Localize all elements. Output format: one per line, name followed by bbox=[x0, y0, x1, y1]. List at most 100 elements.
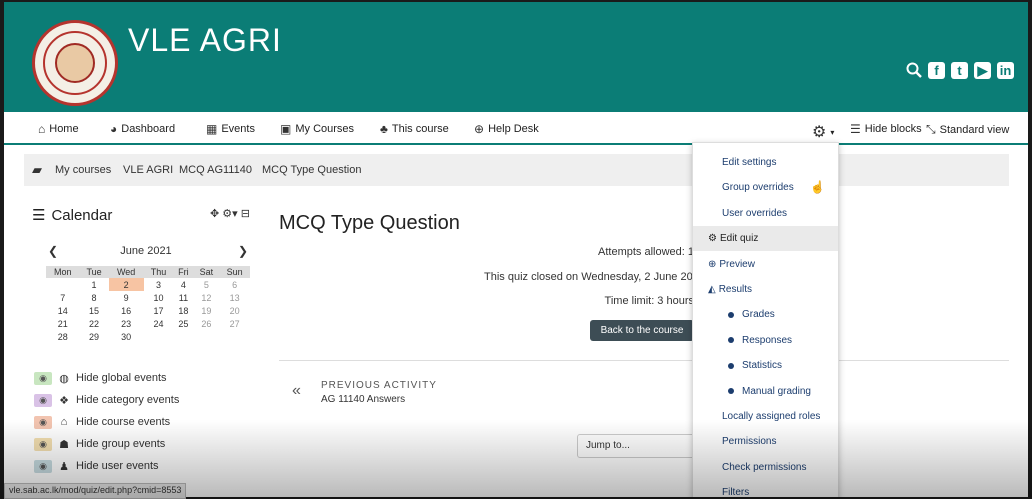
breadcrumb-item[interactable]: MCQ Type Question bbox=[262, 164, 361, 176]
calendar-day[interactable]: 24 bbox=[144, 317, 174, 330]
event-filter-label: Hide course events bbox=[76, 416, 171, 428]
globe-icon: ◍ bbox=[59, 372, 69, 385]
event-filter-item[interactable]: ◉ ◍ Hide global events bbox=[34, 370, 167, 386]
calendar-day[interactable]: 15 bbox=[80, 304, 109, 317]
nav-home[interactable]: ⌂ Home bbox=[38, 122, 79, 136]
event-filter-label: Hide global events bbox=[76, 372, 167, 384]
calendar-day[interactable]: 13 bbox=[219, 291, 250, 304]
menu-item-label: User overrides bbox=[722, 207, 788, 219]
site-title[interactable]: VLE AGRI bbox=[128, 22, 282, 59]
calendar-grid: Mon Tue Wed Thu Fri Sat Sun 1 2 3 4 5 6 7 8 9 10 11 12 13 1… bbox=[46, 266, 250, 343]
calendar-day[interactable]: 6 bbox=[219, 278, 250, 291]
event-filter-item[interactable]: ◉ ❖ Hide category events bbox=[34, 392, 179, 408]
menu-item-locally-assigned-roles[interactable]: Locally assigned roles bbox=[693, 404, 838, 429]
calendar-day[interactable]: 12 bbox=[193, 291, 219, 304]
nav-this-course[interactable]: ♣ This course bbox=[380, 122, 449, 136]
hide-blocks-button[interactable]: ☰ Hide blocks bbox=[850, 122, 922, 136]
back-to-course-button[interactable]: Back to the course bbox=[590, 320, 694, 341]
calendar-day bbox=[193, 330, 219, 343]
menu-item-manual-grading[interactable]: Manual grading bbox=[693, 379, 838, 404]
jump-to-select[interactable]: Jump to... bbox=[577, 434, 697, 458]
settings-menu-toggle[interactable]: ⚙ ▾ bbox=[812, 122, 834, 142]
calendar-day[interactable]: 5 bbox=[193, 278, 219, 291]
nav-help-desk[interactable]: ⊕ Help Desk bbox=[474, 122, 539, 136]
page-title: MCQ Type Question bbox=[279, 212, 460, 234]
eye-icon: ◉ bbox=[34, 415, 52, 429]
calendar-day[interactable]: 17 bbox=[144, 304, 174, 317]
menu-item-check-permissions[interactable]: Check permissions bbox=[693, 455, 838, 480]
bullet-icon bbox=[728, 337, 734, 344]
menu-item-responses[interactable]: Responses bbox=[693, 328, 838, 353]
calendar-day[interactable]: 28 bbox=[46, 330, 80, 343]
previous-activity-label: PREVIOUS ACTIVITY bbox=[321, 380, 437, 391]
nav-my-courses[interactable]: ▣ My Courses bbox=[280, 122, 354, 136]
move-icon[interactable]: ✥ bbox=[210, 208, 219, 220]
menu-item-results[interactable]: ◭ Results bbox=[693, 277, 838, 302]
event-filter-item[interactable]: ◉ ♟ Hide user events bbox=[34, 458, 159, 474]
calendar-day[interactable]: 1 bbox=[80, 278, 109, 291]
event-filter-item[interactable]: ◉ ☗ Hide group events bbox=[34, 436, 165, 452]
calendar-day[interactable]: 16 bbox=[109, 304, 144, 317]
calendar-day[interactable]: 21 bbox=[46, 317, 80, 330]
menu-item-user-overrides[interactable]: User overrides bbox=[693, 201, 838, 226]
calendar-day[interactable]: 14 bbox=[46, 304, 80, 317]
home-icon: ⌂ bbox=[38, 122, 46, 136]
calendar-day[interactable]: 22 bbox=[80, 317, 109, 330]
calendar-month: June 2021 bbox=[120, 245, 172, 257]
calendar-day[interactable]: 25 bbox=[173, 317, 193, 330]
next-month-icon[interactable]: ❯ bbox=[238, 244, 248, 258]
menu-item-statistics[interactable]: Statistics bbox=[693, 353, 838, 378]
twitter-icon[interactable]: t bbox=[951, 62, 968, 79]
menu-item-filters[interactable]: Filters bbox=[693, 480, 838, 497]
nav-dashboard[interactable]: ◕ Dashboard bbox=[110, 122, 175, 136]
linkedin-icon[interactable]: in bbox=[997, 62, 1014, 79]
menu-item-label: Statistics bbox=[742, 360, 783, 372]
standard-view-button[interactable]: ⤡ Standard view bbox=[926, 122, 1009, 137]
calendar-day[interactable]: 10 bbox=[144, 291, 174, 304]
collapse-icon[interactable]: ⊟ bbox=[241, 208, 250, 220]
calendar-day[interactable]: 23 bbox=[109, 317, 144, 330]
calendar-day[interactable]: 3 bbox=[144, 278, 174, 291]
calendar-day[interactable]: 18 bbox=[173, 304, 193, 317]
previous-activity-link[interactable]: AG 11140 Answers bbox=[321, 394, 405, 405]
calendar-day[interactable]: 4 bbox=[173, 278, 193, 291]
calendar-day[interactable]: 20 bbox=[219, 304, 250, 317]
menu-item-permissions[interactable]: Permissions bbox=[693, 429, 838, 454]
breadcrumb-item[interactable]: VLE AGRI bbox=[123, 164, 173, 176]
calendar-day[interactable]: 9 bbox=[109, 291, 144, 304]
calendar-day[interactable]: 19 bbox=[193, 304, 219, 317]
facebook-icon[interactable]: f bbox=[928, 62, 945, 79]
calendar-day[interactable]: 30 bbox=[109, 330, 144, 343]
menu-item-label: Preview bbox=[719, 258, 755, 270]
university-logo[interactable] bbox=[32, 20, 118, 106]
block-gear-icon[interactable]: ⚙▾ bbox=[222, 208, 237, 220]
youtube-icon[interactable]: ▶ bbox=[974, 62, 991, 79]
mouse-cursor-icon: ☝ bbox=[810, 180, 825, 194]
event-filter-label: Hide group events bbox=[76, 438, 166, 450]
event-filter-item[interactable]: ◉ ⌂ Hide course events bbox=[34, 414, 170, 430]
menu-item-grades[interactable]: Grades bbox=[693, 302, 838, 327]
calendar-day[interactable]: 27 bbox=[219, 317, 250, 330]
calendar-day[interactable]: 26 bbox=[193, 317, 219, 330]
calendar-day[interactable]: 2 bbox=[108, 278, 144, 291]
calendar-day[interactable]: 29 bbox=[80, 330, 109, 343]
calendar-title: Calendar bbox=[51, 206, 113, 224]
magnifier-icon: ⊕ bbox=[708, 258, 717, 270]
menu-item-edit-quiz[interactable]: ⚙ Edit quiz bbox=[693, 226, 838, 252]
calendar-day bbox=[173, 330, 193, 343]
divider bbox=[279, 360, 1009, 361]
dashboard-icon: ◕ bbox=[110, 122, 118, 136]
search-icon[interactable] bbox=[905, 62, 922, 79]
menu-item-edit-settings[interactable]: Edit settings bbox=[693, 150, 838, 175]
chevron-left-icon[interactable]: « bbox=[292, 382, 301, 400]
calendar-day[interactable]: 8 bbox=[80, 291, 109, 304]
nav-events[interactable]: ▦ Events bbox=[206, 122, 255, 136]
menu-item-preview[interactable]: ⊕ Preview bbox=[693, 252, 838, 277]
briefcase-icon: ▣ bbox=[280, 122, 292, 136]
calendar-day[interactable]: 11 bbox=[173, 291, 193, 304]
breadcrumb-item[interactable]: MCQ AG11140 bbox=[179, 164, 252, 176]
sitemap-icon: ♣ bbox=[380, 122, 388, 136]
nav-this-course-label: This course bbox=[391, 123, 449, 135]
calendar-day[interactable]: 7 bbox=[46, 291, 80, 304]
breadcrumb-item[interactable]: My courses bbox=[55, 164, 111, 176]
